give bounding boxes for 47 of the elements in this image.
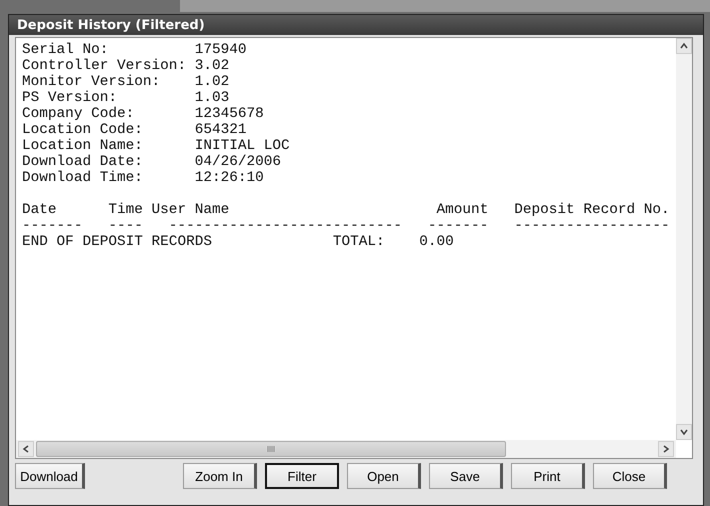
column-header: Amount bbox=[436, 202, 488, 218]
info-value: INITIAL LOC bbox=[194, 138, 290, 154]
info-label: Serial No: bbox=[22, 42, 110, 58]
column-header: Time bbox=[108, 202, 143, 218]
info-value: 12345678 bbox=[194, 106, 264, 122]
footer-text: TOTAL: bbox=[332, 234, 385, 250]
window-title: Deposit History (Filtered) bbox=[17, 18, 205, 32]
info-label: PS Version: bbox=[22, 90, 118, 106]
dialog-button[interactable]: Save bbox=[429, 463, 503, 489]
column-header: Deposit Record No. bbox=[514, 202, 670, 218]
info-value: 3.02 bbox=[194, 58, 230, 74]
info-label: Download Time: bbox=[22, 170, 144, 186]
info-label: Company Code: bbox=[22, 106, 136, 122]
footer-text: END OF DEPOSIT RECORDS bbox=[22, 234, 212, 250]
column-separator: --------------------------- bbox=[168, 218, 402, 234]
scroll-left-icon[interactable] bbox=[18, 441, 34, 457]
column-header: Date bbox=[22, 202, 57, 218]
info-label: Monitor Version: bbox=[22, 74, 162, 90]
column-header: User Name bbox=[152, 202, 230, 218]
info-value: 175940 bbox=[194, 42, 247, 58]
info-value: 1.03 bbox=[194, 90, 230, 106]
column-separator: ------- bbox=[22, 218, 82, 234]
footer-text: 0.00 bbox=[419, 234, 454, 250]
scrollbar-thumb[interactable] bbox=[36, 441, 506, 457]
info-label: Controller Version: bbox=[22, 58, 188, 74]
column-separator: ---- bbox=[108, 218, 143, 234]
scroll-right-icon[interactable] bbox=[658, 441, 674, 457]
info-label: Location Code: bbox=[22, 122, 144, 138]
scroll-down-icon[interactable] bbox=[676, 424, 692, 440]
dialog-button[interactable]: Open bbox=[347, 463, 421, 489]
dialog-button[interactable]: Close bbox=[593, 463, 667, 489]
dialog-button[interactable]: Zoom In bbox=[183, 463, 257, 489]
info-value: 12:26:10 bbox=[194, 170, 264, 186]
vertical-scrollbar[interactable] bbox=[676, 38, 692, 440]
scroll-up-icon[interactable] bbox=[676, 38, 692, 54]
horizontal-scrollbar[interactable] bbox=[16, 440, 676, 458]
grip-icon bbox=[267, 446, 275, 452]
column-separator: ------- bbox=[428, 218, 488, 234]
dialog-button[interactable]: Filter bbox=[265, 463, 339, 489]
dialog-button[interactable]: Print bbox=[511, 463, 585, 489]
info-label: Download Date: bbox=[22, 154, 144, 170]
column-separator: ------------------ bbox=[514, 218, 670, 234]
info-value: 1.02 bbox=[194, 74, 230, 90]
dialog-button[interactable]: Download bbox=[15, 463, 85, 489]
info-value: 04/26/2006 bbox=[194, 154, 282, 170]
info-label: Location Name: bbox=[22, 138, 144, 154]
info-value: 654321 bbox=[194, 122, 247, 138]
